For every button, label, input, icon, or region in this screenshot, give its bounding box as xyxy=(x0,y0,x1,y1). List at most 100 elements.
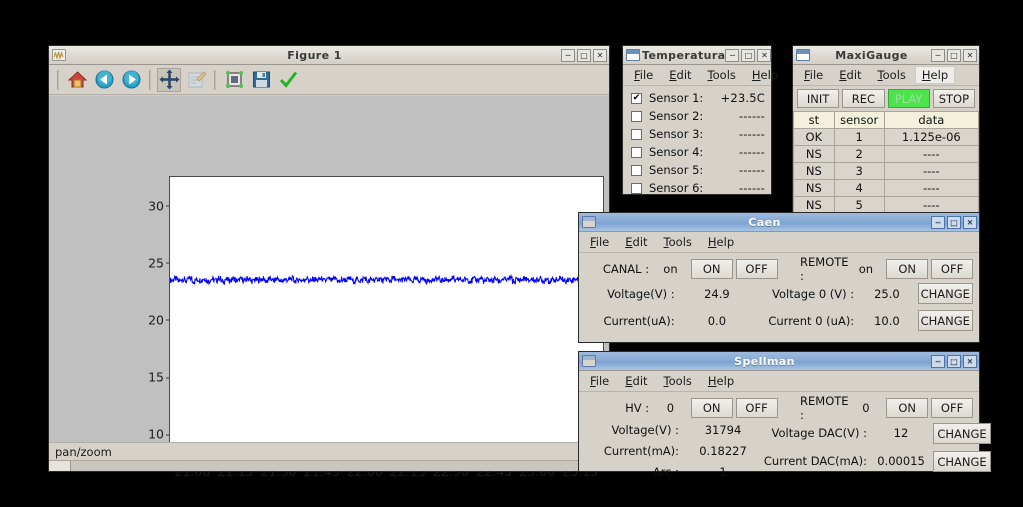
table-row[interactable]: NS 2 ---- xyxy=(794,146,979,163)
table-row[interactable]: NS 4 ---- xyxy=(794,180,979,197)
canal-off-button[interactable]: OFF xyxy=(736,259,778,279)
cell-data: ---- xyxy=(884,146,978,163)
init-button[interactable]: INIT xyxy=(797,89,839,108)
maximize-icon[interactable]: □ xyxy=(947,216,961,229)
maxigauge-titlebar[interactable]: MaxiGauge ─ □ ✕ xyxy=(793,46,979,65)
sensor-checkbox[interactable] xyxy=(631,129,642,140)
sensor-checkbox[interactable] xyxy=(631,147,642,158)
hv-off-button[interactable]: OFF xyxy=(736,398,778,418)
close-icon[interactable]: ✕ xyxy=(757,49,771,62)
list-item[interactable]: Sensor 5: ------ xyxy=(623,161,771,179)
menu-tools[interactable]: Tools xyxy=(871,66,913,84)
temperatura-window[interactable]: Temperatura ─ □ ✕ FFileile Edit Tools He… xyxy=(622,45,772,195)
maximize-icon[interactable]: □ xyxy=(947,49,961,62)
temperatura-menubar[interactable]: FFileile Edit Tools Help xyxy=(623,65,771,86)
maximize-icon[interactable]: □ xyxy=(741,49,755,62)
remote-off-button[interactable]: OFF xyxy=(931,259,973,279)
list-item[interactable]: Sensor 2: ------ xyxy=(623,107,771,125)
rec-button[interactable]: REC xyxy=(842,89,884,108)
menu-tools[interactable]: Tools xyxy=(657,372,699,390)
maxigauge-menubar[interactable]: File Edit Tools Help xyxy=(793,65,979,86)
green-check-icon[interactable] xyxy=(276,68,300,92)
menu-edit[interactable]: Edit xyxy=(832,66,868,84)
list-item[interactable]: Sensor 4: ------ xyxy=(623,143,771,161)
temperatura-titlebar[interactable]: Temperatura ─ □ ✕ xyxy=(623,46,771,65)
list-item[interactable]: ✔ Sensor 1: +23.5C xyxy=(623,89,771,107)
current-dac-change-button[interactable]: CHANGE xyxy=(933,451,991,472)
menu-help[interactable]: Help xyxy=(745,66,785,84)
sensor-checkbox[interactable]: ✔ xyxy=(631,93,642,104)
minimize-icon[interactable]: ─ xyxy=(725,49,739,62)
current-value: 0.18227 xyxy=(685,444,761,458)
figure-titlebar[interactable]: Figure 1 ─ □ ✕ xyxy=(49,46,609,65)
remote-on-button[interactable]: ON xyxy=(886,398,928,418)
pan-move-icon[interactable] xyxy=(157,68,181,92)
remote-off-button[interactable]: OFF xyxy=(931,398,973,418)
plot-axes[interactable]: 302520151021:0021:1521:3021:4522:0022:15… xyxy=(169,176,604,458)
waveform-icon xyxy=(52,49,66,61)
back-arrow-icon[interactable] xyxy=(92,68,116,92)
maxigauge-control-buttons[interactable]: INIT REC PLAY STOP xyxy=(793,86,979,111)
figure-window[interactable]: Figure 1 ─ □ ✕ xyxy=(48,45,610,472)
save-disk-icon[interactable] xyxy=(249,68,273,92)
remote-on-button[interactable]: ON xyxy=(886,259,928,279)
menu-file[interactable]: FFileile xyxy=(627,66,660,84)
menu-tools[interactable]: Tools xyxy=(657,233,699,251)
minimize-icon[interactable]: ─ xyxy=(561,49,575,62)
close-icon[interactable]: ✕ xyxy=(963,216,977,229)
sensor-checkbox[interactable] xyxy=(631,111,642,122)
maximize-icon[interactable]: □ xyxy=(577,49,591,62)
sensor-checkbox[interactable] xyxy=(631,165,642,176)
close-icon[interactable]: ✕ xyxy=(963,49,977,62)
voltage-value: 24.9 xyxy=(681,287,753,301)
menu-edit[interactable]: Edit xyxy=(662,66,698,84)
voltage-change-button[interactable]: CHANGE xyxy=(918,283,973,304)
voltage-dac-change-button[interactable]: CHANGE xyxy=(933,423,991,444)
spellman-readout-area: Voltage(V) : 31794 Current(mA): 0.18227 … xyxy=(585,419,973,482)
minimize-icon[interactable]: ─ xyxy=(931,355,945,368)
current-setpoint-label: Current 0 (uA): xyxy=(753,314,860,328)
sensor-checkbox[interactable] xyxy=(631,183,642,194)
current-change-button[interactable]: CHANGE xyxy=(918,310,973,331)
stop-button[interactable]: STOP xyxy=(933,89,975,108)
zoom-rect-icon[interactable] xyxy=(184,68,208,92)
menu-help[interactable]: Help xyxy=(915,66,955,84)
table-row[interactable]: OK 1 1.125e-06 xyxy=(794,129,979,146)
caen-window[interactable]: Caen ─ □ ✕ File Edit Tools Help CANAL : … xyxy=(578,212,980,343)
close-icon[interactable]: ✕ xyxy=(963,355,977,368)
menu-file[interactable]: File xyxy=(583,372,616,390)
close-icon[interactable]: ✕ xyxy=(593,49,607,62)
spellman-window[interactable]: Spellman ─ □ ✕ File Edit Tools Help HV :… xyxy=(578,351,980,472)
subplot-config-icon[interactable] xyxy=(222,68,246,92)
y-axis-tick: 15 xyxy=(148,370,164,385)
minimize-icon[interactable]: ─ xyxy=(931,49,945,62)
menu-file[interactable]: File xyxy=(797,66,830,84)
spellman-titlebar[interactable]: Spellman ─ □ ✕ xyxy=(579,352,979,371)
caen-titlebar[interactable]: Caen ─ □ ✕ xyxy=(579,213,979,232)
figure-canvas[interactable]: 302520151021:0021:1521:3021:4522:0022:15… xyxy=(49,96,609,444)
maxigauge-window[interactable]: MaxiGauge ─ □ ✕ File Edit Tools Help INI… xyxy=(792,45,980,217)
menu-help[interactable]: Help xyxy=(701,233,741,251)
forward-arrow-icon[interactable] xyxy=(119,68,143,92)
menu-tools[interactable]: Tools xyxy=(701,66,743,84)
list-item[interactable]: Sensor 6: ------ xyxy=(623,179,771,197)
desktop: Figure 1 ─ □ ✕ xyxy=(0,0,1023,507)
minimize-icon[interactable]: ─ xyxy=(931,216,945,229)
remote-value: on xyxy=(849,262,884,276)
menu-edit[interactable]: Edit xyxy=(618,372,654,390)
play-button[interactable]: PLAY xyxy=(888,89,930,108)
table-row[interactable]: NS 5 ---- xyxy=(794,197,979,214)
figure-toolbar[interactable] xyxy=(49,65,609,95)
menu-file[interactable]: File xyxy=(583,233,616,251)
home-icon[interactable] xyxy=(65,68,89,92)
menu-help[interactable]: Help xyxy=(701,372,741,390)
caen-menubar[interactable]: File Edit Tools Help xyxy=(579,232,979,253)
menu-edit[interactable]: Edit xyxy=(618,233,654,251)
figure-horizontal-scrollbar[interactable] xyxy=(49,460,609,471)
table-row[interactable]: NS 3 ---- xyxy=(794,163,979,180)
maximize-icon[interactable]: □ xyxy=(947,355,961,368)
spellman-menubar[interactable]: File Edit Tools Help xyxy=(579,371,979,392)
list-item[interactable]: Sensor 3: ------ xyxy=(623,125,771,143)
hv-on-button[interactable]: ON xyxy=(691,398,733,418)
canal-on-button[interactable]: ON xyxy=(691,259,733,279)
